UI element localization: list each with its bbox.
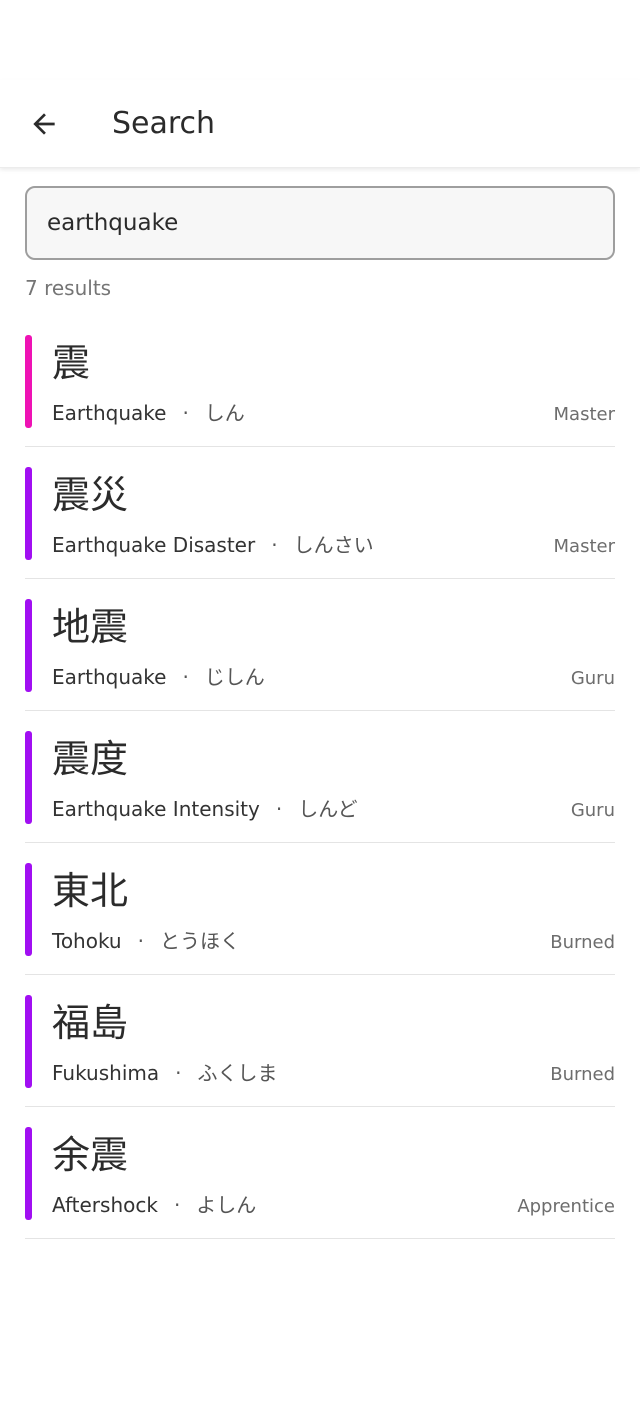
item-reading: しん bbox=[204, 401, 245, 425]
item-meaning: Earthquake bbox=[52, 401, 167, 425]
srs-stage-indicator bbox=[25, 995, 32, 1088]
item-details: Earthquake · しん bbox=[52, 399, 245, 427]
item-reading: しんど bbox=[298, 797, 358, 821]
item-reading: しんさい bbox=[293, 533, 374, 557]
separator: · bbox=[175, 1061, 182, 1085]
item-kanji: 震災 bbox=[52, 473, 129, 517]
list-item[interactable]: 東北 Tohoku · とうほく Burned bbox=[25, 843, 615, 975]
item-srs-level: Burned bbox=[550, 932, 615, 953]
item-kanji: 震 bbox=[52, 341, 91, 385]
item-srs-level: Master bbox=[553, 404, 615, 425]
item-details: Tohoku · とうほく bbox=[52, 927, 240, 955]
back-button[interactable] bbox=[20, 100, 68, 148]
list-item[interactable]: 震度 Earthquake Intensity · しんど Guru bbox=[25, 711, 615, 843]
item-details: Earthquake Intensity · しんど bbox=[52, 795, 358, 823]
separator: · bbox=[182, 401, 189, 425]
search-input[interactable] bbox=[45, 209, 595, 237]
item-srs-level: Guru bbox=[570, 668, 615, 689]
srs-stage-indicator bbox=[25, 863, 32, 956]
page-title: Search bbox=[112, 106, 216, 141]
item-details: Earthquake · じしん bbox=[52, 663, 265, 691]
item-srs-level: Burned bbox=[550, 1064, 615, 1085]
search-box[interactable] bbox=[25, 186, 615, 260]
item-meaning: Aftershock bbox=[52, 1193, 158, 1217]
separator: · bbox=[137, 929, 144, 953]
item-meaning: Tohoku bbox=[52, 929, 122, 953]
item-reading: じしん bbox=[204, 665, 265, 689]
separator: · bbox=[275, 797, 283, 821]
item-srs-level: Apprentice bbox=[517, 1196, 615, 1217]
result-count: 7 results bbox=[25, 276, 112, 300]
item-meaning: Earthquake Intensity bbox=[52, 797, 260, 821]
item-details: Aftershock · よしん bbox=[52, 1191, 256, 1219]
srs-stage-indicator bbox=[25, 467, 32, 560]
list-item[interactable]: 余震 Aftershock · よしん Apprentice bbox=[25, 1107, 615, 1239]
results-list: 震 Earthquake · しん Master 震災 Earthquake Dis… bbox=[25, 315, 615, 1239]
item-kanji: 福島 bbox=[52, 1001, 129, 1045]
separator: · bbox=[173, 1193, 181, 1217]
item-kanji: 余震 bbox=[52, 1133, 129, 1177]
status-bar bbox=[0, 0, 640, 80]
item-srs-level: Master bbox=[553, 536, 615, 557]
item-reading: よしん bbox=[196, 1193, 257, 1217]
separator: · bbox=[182, 665, 189, 689]
item-kanji: 地震 bbox=[52, 605, 129, 649]
arrow-left-icon bbox=[33, 113, 55, 135]
list-item[interactable]: 震災 Earthquake Disaster · しんさい Master bbox=[25, 447, 615, 579]
item-kanji: 震度 bbox=[52, 737, 129, 781]
item-kanji: 東北 bbox=[52, 869, 129, 913]
srs-stage-indicator bbox=[25, 731, 32, 824]
item-reading: とうほく bbox=[159, 929, 240, 953]
item-meaning: Fukushima bbox=[52, 1061, 160, 1085]
item-meaning: Earthquake bbox=[52, 665, 167, 689]
srs-stage-indicator bbox=[25, 599, 32, 692]
item-reading: ふくしま bbox=[197, 1061, 278, 1085]
item-details: Fukushima · ふくしま bbox=[52, 1059, 277, 1087]
list-item[interactable]: 地震 Earthquake · じしん Guru bbox=[25, 579, 615, 711]
item-srs-level: Guru bbox=[570, 800, 615, 821]
app-bar: Search bbox=[0, 80, 640, 168]
srs-stage-indicator bbox=[25, 1127, 32, 1220]
item-meaning: Earthquake Disaster bbox=[52, 533, 256, 557]
list-item[interactable]: 福島 Fukushima · ふくしま Burned bbox=[25, 975, 615, 1107]
srs-stage-indicator bbox=[25, 335, 32, 428]
separator: · bbox=[271, 533, 278, 557]
list-item[interactable]: 震 Earthquake · しん Master bbox=[25, 315, 615, 447]
item-details: Earthquake Disaster · しんさい bbox=[52, 531, 374, 559]
